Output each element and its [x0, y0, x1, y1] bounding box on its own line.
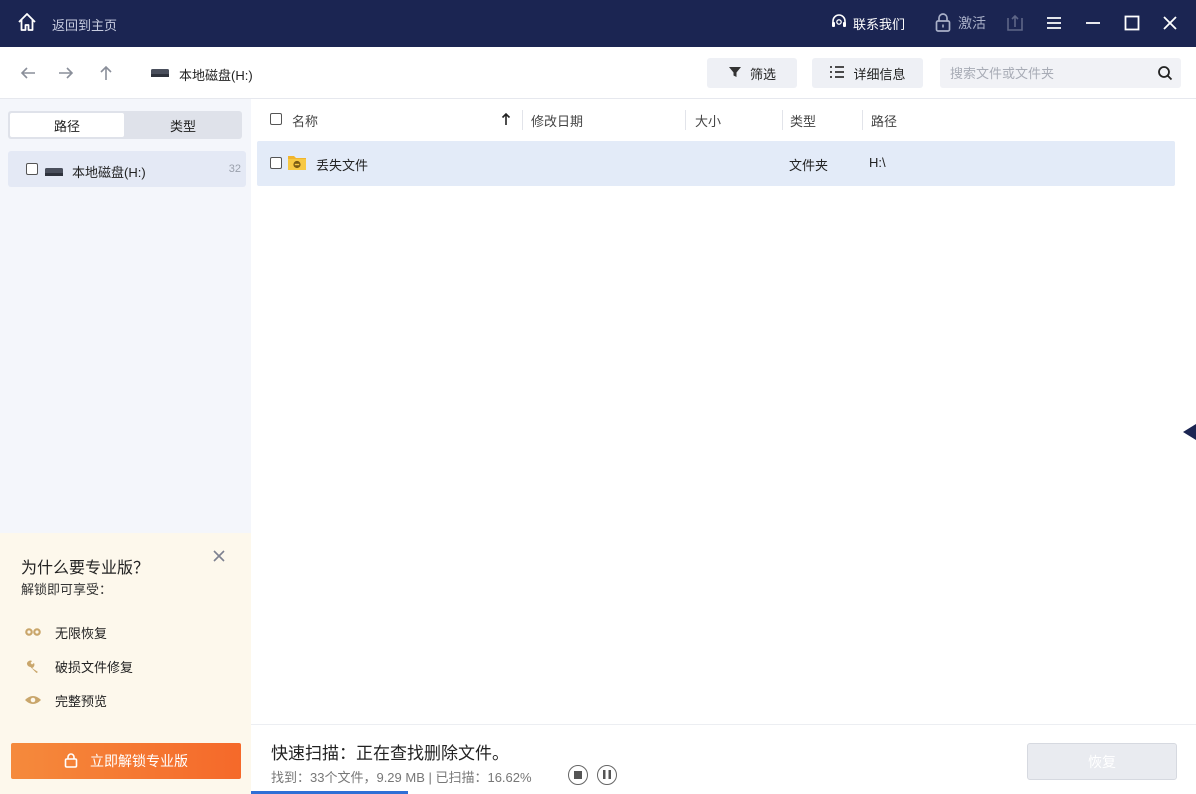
filter-button[interactable]: 筛选 — [707, 58, 797, 88]
unlock-pro-button[interactable]: 立即解锁专业版 — [11, 743, 241, 779]
row-checkbox[interactable] — [270, 157, 282, 169]
activate-label: 激活 — [958, 15, 986, 31]
promo-feature-label: 完整预览 — [55, 693, 108, 709]
promo-title: 为什么要专业版？ — [21, 560, 150, 577]
file-list: 名称 修改日期 大小 类型 路径 丢失文件 文件夹 H:\ — [251, 99, 1196, 724]
close-icon[interactable] — [211, 548, 227, 564]
list-icon — [829, 65, 845, 82]
recover-button[interactable]: 恢复 — [1027, 743, 1177, 780]
details-label: 详细信息 — [853, 66, 906, 82]
unlock-pro-label: 立即解锁专业版 — [90, 753, 188, 769]
maximize-icon[interactable] — [1121, 12, 1143, 34]
promo-feature-unlimited: 无限恢复 — [24, 622, 107, 642]
tree-item-local-disk[interactable]: 本地磁盘(H:) 32 — [8, 151, 246, 187]
column-name[interactable]: 名称 — [292, 111, 318, 130]
home-icon[interactable] — [16, 11, 38, 33]
lock-icon — [934, 12, 952, 35]
upgrade-promo: 为什么要专业版？ 解锁即可享受： 无限恢复 破损文件修复 完整预览 立即解锁专业… — [0, 533, 251, 794]
headset-icon — [830, 13, 848, 34]
table-row[interactable]: 丢失文件 文件夹 H:\ — [257, 141, 1175, 186]
search-icon[interactable] — [1157, 65, 1173, 81]
lock-icon — [64, 752, 78, 771]
breadcrumb[interactable]: 本地磁盘(H:) — [179, 65, 253, 84]
column-size[interactable]: 大小 — [695, 111, 721, 130]
promo-subtitle: 解锁即可享受： — [21, 582, 113, 597]
stop-icon — [574, 766, 582, 784]
pause-icon — [603, 766, 611, 784]
upload-icon[interactable] — [1004, 12, 1026, 34]
tree-item-label: 本地磁盘(H:) — [72, 165, 146, 180]
eye-icon — [24, 693, 42, 707]
activate-button[interactable]: 激活 — [934, 11, 986, 35]
title-bar: 返回到主页 联系我们 激活 — [0, 0, 1196, 47]
toolbar: 本地磁盘(H:) 筛选 详细信息 — [0, 47, 1196, 99]
column-divider — [862, 110, 863, 130]
stop-button[interactable] — [568, 765, 588, 785]
forward-arrow-icon[interactable] — [56, 63, 76, 83]
view-toggle: 路径 类型 — [8, 111, 242, 139]
scan-status-detail: 找到：33个文件，9.29 MB | 已扫描：16.62% — [271, 770, 532, 785]
back-arrow-icon[interactable] — [18, 63, 38, 83]
list-header: 名称 修改日期 大小 类型 路径 — [251, 99, 1196, 139]
close-icon[interactable] — [1159, 12, 1181, 34]
funnel-icon — [728, 65, 742, 82]
scan-status-title: 快速扫描：正在查找删除文件。 — [271, 744, 509, 763]
promo-feature-repair: 破损文件修复 — [24, 656, 133, 676]
promo-feature-label: 无限恢复 — [55, 625, 108, 641]
promo-feature-label: 破损文件修复 — [55, 659, 134, 675]
select-all-checkbox[interactable] — [270, 113, 282, 125]
row-name: 丢失文件 — [316, 158, 369, 173]
row-path: H:\ — [869, 155, 886, 170]
search-input[interactable] — [950, 58, 1150, 88]
folder-icon — [287, 154, 307, 171]
scan-status-bar: 快速扫描：正在查找删除文件。 找到：33个文件，9.29 MB | 已扫描：16… — [251, 724, 1196, 794]
back-to-home-link[interactable]: 返回到主页 — [52, 15, 117, 34]
infinity-icon — [24, 625, 42, 639]
wrench-icon — [24, 659, 42, 673]
row-type: 文件夹 — [789, 158, 829, 173]
tab-type[interactable]: 类型 — [126, 113, 240, 137]
contact-us-button[interactable]: 联系我们 — [830, 12, 905, 34]
contact-us-label: 联系我们 — [853, 16, 906, 32]
drive-icon — [150, 66, 170, 80]
collapse-panel-handle[interactable] — [1183, 424, 1196, 440]
tree-item-count: 32 — [228, 163, 241, 175]
sort-ascending-icon[interactable] — [501, 112, 511, 126]
column-divider — [522, 110, 523, 130]
drive-icon — [45, 164, 63, 176]
pause-button[interactable] — [597, 765, 617, 785]
tab-path[interactable]: 路径 — [10, 113, 124, 137]
column-modified[interactable]: 修改日期 — [531, 111, 583, 130]
column-divider — [685, 110, 686, 130]
filter-label: 筛选 — [749, 66, 776, 82]
search-box — [940, 58, 1181, 88]
promo-feature-preview: 完整预览 — [24, 690, 107, 710]
details-button[interactable]: 详细信息 — [812, 58, 923, 88]
up-arrow-icon[interactable] — [96, 63, 116, 83]
column-divider — [782, 110, 783, 130]
menu-icon[interactable] — [1043, 12, 1065, 34]
minimize-icon[interactable] — [1082, 12, 1104, 34]
column-path[interactable]: 路径 — [871, 111, 897, 130]
column-type[interactable]: 类型 — [790, 111, 816, 130]
tree-item-checkbox[interactable] — [26, 163, 38, 175]
